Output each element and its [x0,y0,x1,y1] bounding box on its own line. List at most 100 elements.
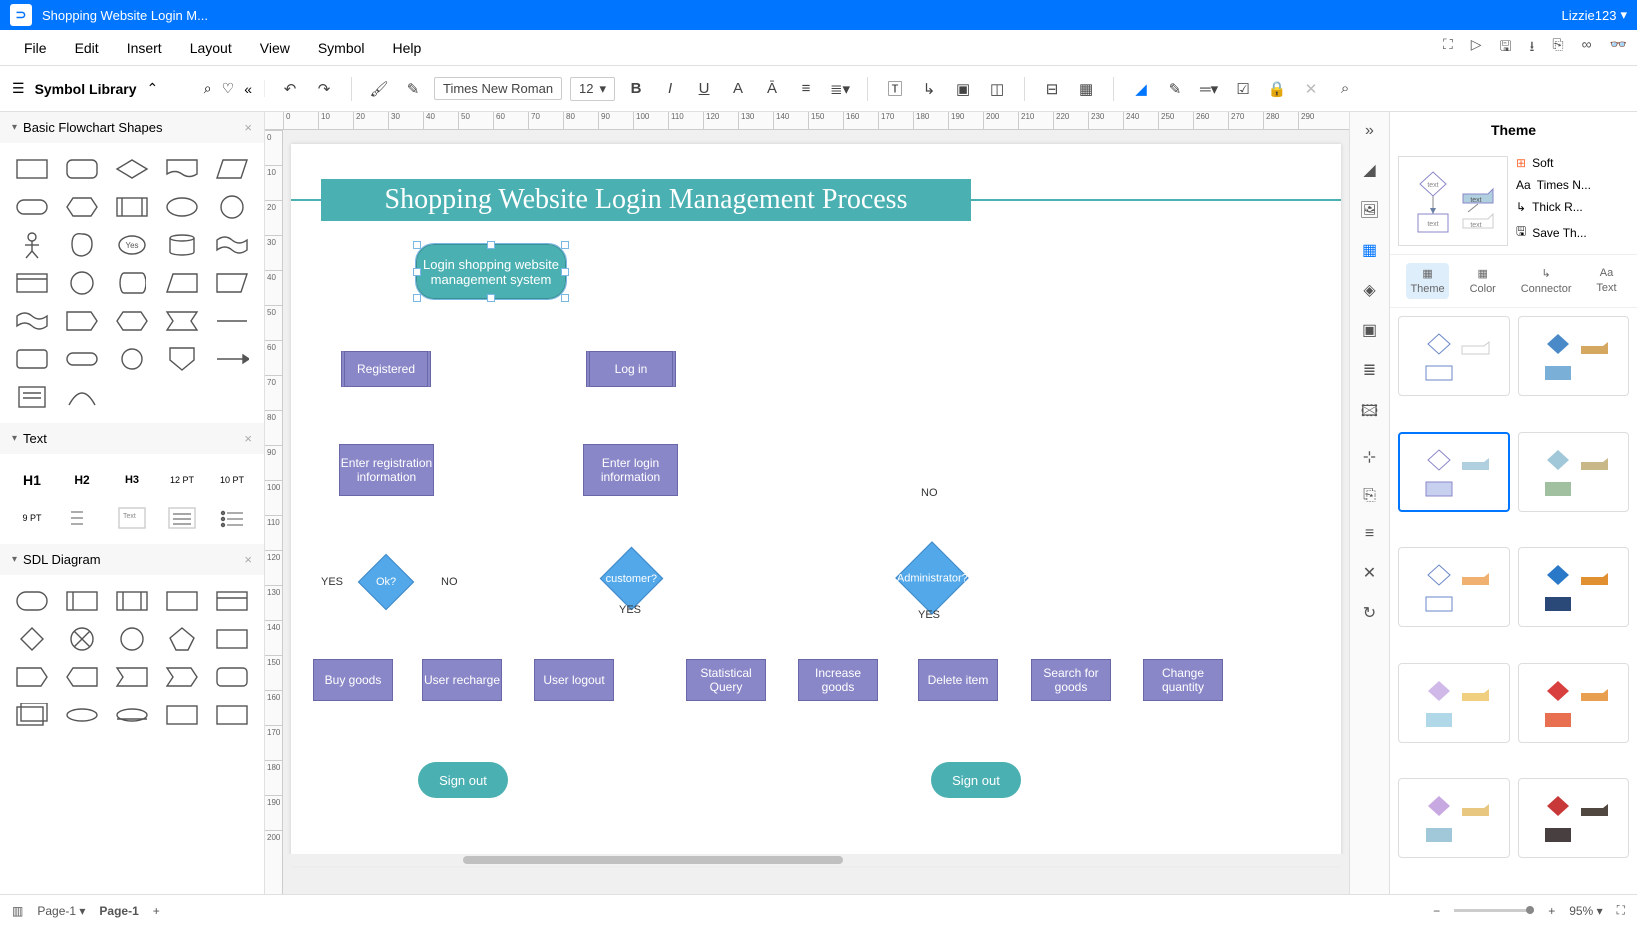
shape-yes-circle[interactable]: Yes [110,229,154,261]
sdl-shape[interactable] [60,585,104,617]
symbol-library-label[interactable]: Symbol Library [35,81,137,97]
sdl-shape[interactable] [10,585,54,617]
theme-font[interactable]: Aa Times N... [1516,178,1629,192]
sdl-shape[interactable] [10,699,54,731]
fill-button[interactable]: ◢ [1128,76,1154,102]
node-search-goods[interactable]: Search for goods [1031,659,1111,701]
share-icon[interactable]: ∞ [1582,36,1592,60]
text-h1[interactable]: H1 [10,464,54,496]
shape-cylinder2[interactable] [110,267,154,299]
shape-pill2[interactable] [60,343,104,375]
expand-icon[interactable]: » [1365,122,1374,140]
menu-insert[interactable]: Insert [113,34,176,62]
node-change-qty[interactable]: Change quantity [1143,659,1223,701]
theme-item[interactable] [1518,432,1630,512]
theme-item[interactable] [1518,663,1630,743]
node-stat-query[interactable]: Statistical Query [686,659,766,701]
zoom-in-button[interactable]: + [1548,904,1555,918]
sdl-shape[interactable] [160,661,204,693]
sdl-shape[interactable] [210,623,254,655]
line-style-button[interactable]: ═▾ [1196,76,1222,102]
menu-file[interactable]: File [10,34,61,62]
theme-item[interactable] [1518,778,1630,858]
node-sign-out-1[interactable]: Sign out [418,762,508,798]
node-enter-login[interactable]: Enter login information [583,444,678,496]
text-bullet[interactable] [210,502,254,534]
node-login[interactable]: Log in [586,351,676,387]
underline-button[interactable]: U [691,76,717,102]
group-button[interactable]: ▣ [950,76,976,102]
collapse-icon[interactable]: « [244,81,252,97]
data-icon[interactable]: ≣ [1363,360,1376,380]
connector-button[interactable]: ↳ [916,76,942,102]
text-multi[interactable] [60,502,104,534]
sdl-shape[interactable] [110,699,154,731]
theme-save[interactable]: 🖫 Save Th... [1516,222,1629,243]
align-objects-button[interactable]: ⊟ [1039,76,1065,102]
save-icon[interactable]: 🖫 [1500,36,1512,60]
image-icon[interactable]: 🖼 [1359,200,1379,220]
sdl-shape[interactable] [10,661,54,693]
lock-button[interactable]: 🔒 [1264,76,1290,102]
theme-item[interactable] [1518,547,1630,627]
shape-document[interactable] [160,153,204,185]
sdl-shape[interactable] [210,699,254,731]
lines-icon[interactable]: ≡ [1365,525,1374,543]
theme-item[interactable] [1398,663,1510,743]
node-buy-goods[interactable]: Buy goods [313,659,393,701]
text-h2[interactable]: H2 [60,464,104,496]
redo-button[interactable]: ↷ [311,76,337,102]
shape-wave[interactable] [10,305,54,337]
section-text[interactable]: ▾ Text × [0,423,264,454]
shuffle-icon[interactable]: ✕ [1363,563,1376,583]
shape-line[interactable] [210,305,254,337]
shape-trapezoid2[interactable] [210,267,254,299]
tree-icon[interactable]: ⊹ [1363,447,1376,467]
glasses-icon[interactable]: 👓 [1610,36,1627,60]
ungroup-button[interactable]: ◫ [984,76,1010,102]
grid-icon[interactable]: ▦ [1362,240,1377,260]
theme-preset[interactable]: ⊞ Soft [1516,156,1629,170]
search-toolbar-icon[interactable]: ⌕ [1332,76,1358,102]
text-10pt[interactable]: 10 PT [210,464,254,496]
export-icon[interactable]: ⎘ [1363,487,1376,505]
section-basic-flowchart[interactable]: ▾ Basic Flowchart Shapes × [0,112,264,143]
shape-actor[interactable] [10,229,54,261]
sdl-shape[interactable] [210,661,254,693]
text-12pt[interactable]: 12 PT [160,464,204,496]
shape-tape[interactable] [210,229,254,261]
section-sdl[interactable]: ▾ SDL Diagram × [0,544,264,575]
fullscreen-icon[interactable]: ⛶ [1617,903,1625,918]
chevron-up-icon[interactable]: ⌃ [146,80,158,97]
tab-text[interactable]: AaText [1592,263,1620,299]
text-box[interactable]: Text [110,502,154,534]
present-icon[interactable]: ▣ [1362,320,1377,340]
node-start[interactable]: Login shopping website management system [416,244,566,299]
node-inc-goods[interactable]: Increase goods [798,659,878,701]
shape-diamond[interactable] [110,153,154,185]
page-selector[interactable]: Page-1 ▾ [37,904,85,918]
shape-hex2[interactable] [110,305,154,337]
shape-ellipse[interactable] [160,191,204,223]
flowchart-title[interactable]: Shopping Website Login Management Proces… [321,179,971,221]
zoom-out-button[interactable]: − [1433,904,1440,918]
tab-connector[interactable]: ↳Connector [1517,263,1576,299]
history-icon[interactable]: ↻ [1363,603,1376,623]
shape-circle2[interactable] [60,267,104,299]
pages-icon[interactable]: ▥ [12,904,23,918]
shape-note[interactable] [10,381,54,413]
tab-color[interactable]: ▦Color [1466,263,1500,299]
shape-hexagon[interactable] [60,191,104,223]
zoom-level[interactable]: 95% ▾ [1569,904,1602,918]
sdl-shape[interactable] [160,623,204,655]
sdl-shape[interactable] [160,585,204,617]
node-sign-out-2[interactable]: Sign out [931,762,1021,798]
user-menu[interactable]: Lizzie123 ▾ [1562,7,1627,23]
theme-connector[interactable]: ↳ Thick R... [1516,200,1629,214]
shape-pill[interactable] [10,191,54,223]
shape-circle[interactable] [210,191,254,223]
tools-button[interactable]: ✕ [1298,76,1324,102]
theme-item-selected[interactable] [1398,432,1510,512]
node-user-recharge[interactable]: User recharge [422,659,502,701]
shape-shield[interactable] [160,343,204,375]
